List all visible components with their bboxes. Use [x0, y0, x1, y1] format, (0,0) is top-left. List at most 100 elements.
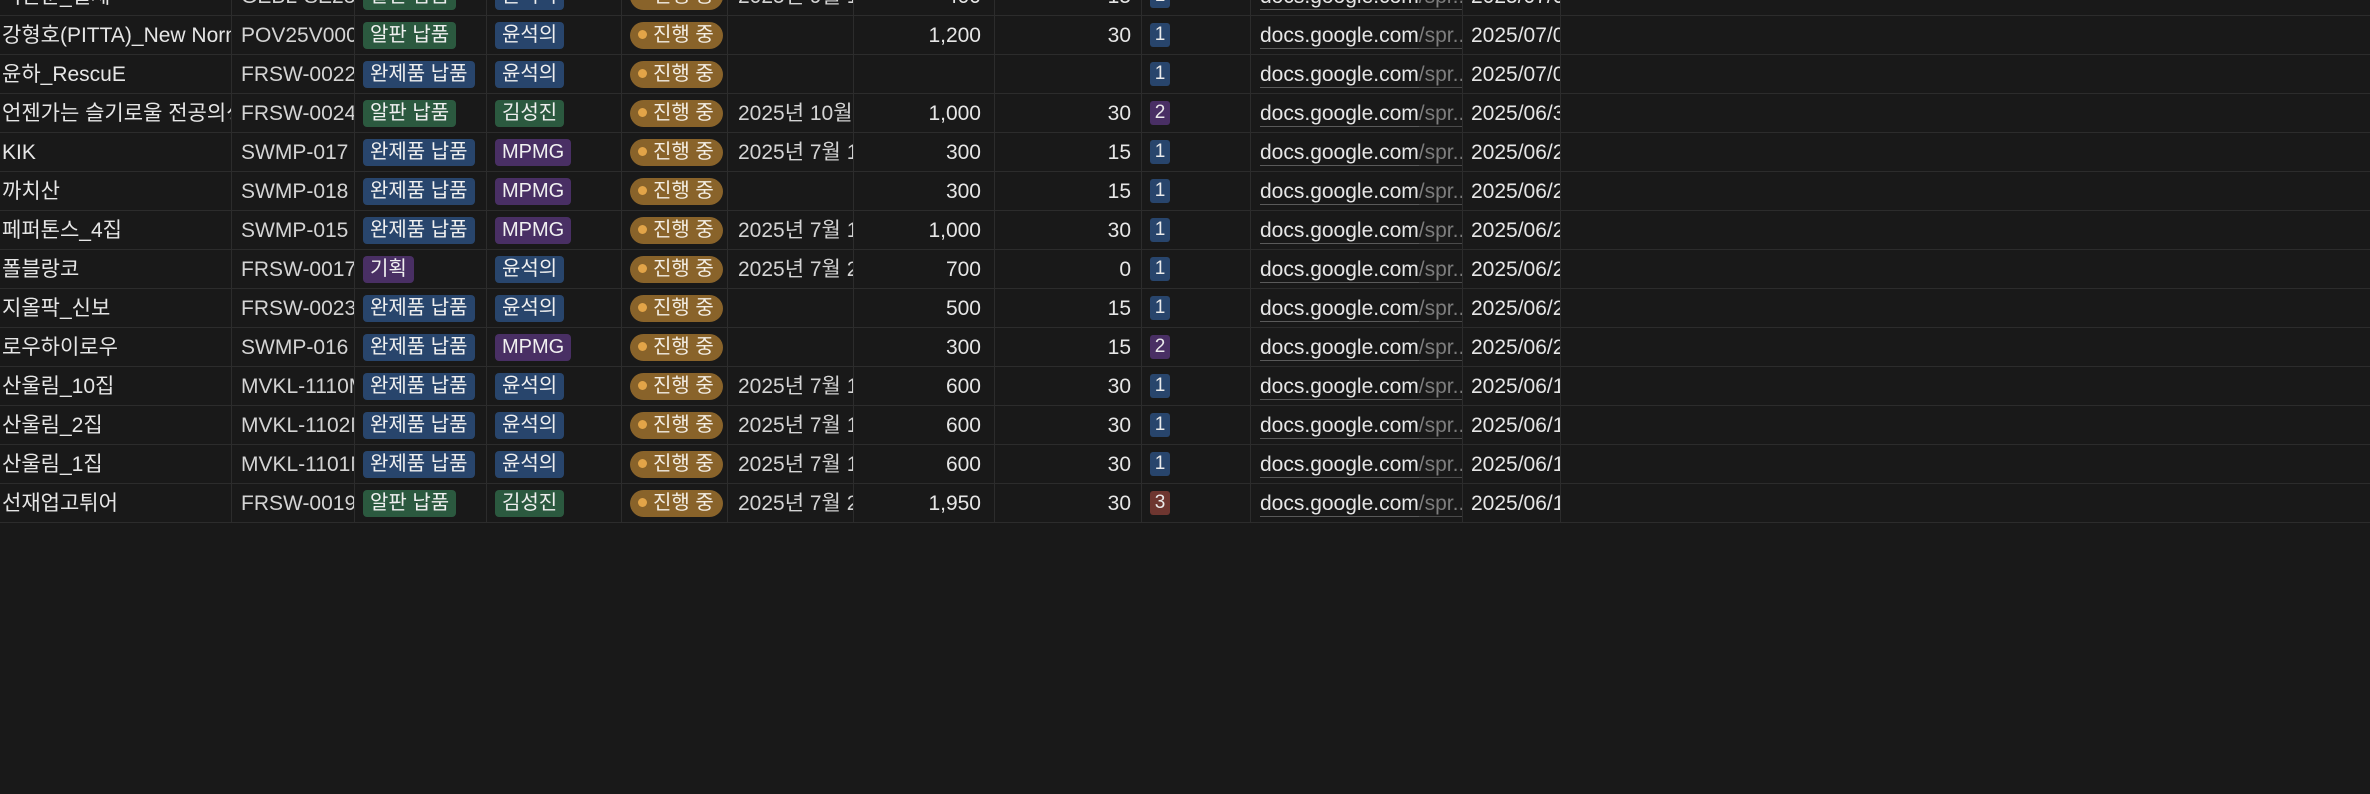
- cell-status[interactable]: 진행 중: [622, 0, 728, 15]
- link-path[interactable]: /spr...753222: [1418, 62, 1462, 88]
- cell-catalog-code[interactable]: GEBL-SE23: [232, 0, 355, 15]
- cell-catalog-code[interactable]: SWMP-016: [232, 328, 355, 366]
- cell-due-date[interactable]: 2025년 7월 17일: [728, 211, 854, 249]
- cell-owner[interactable]: 윤석의: [487, 445, 622, 483]
- cell-catalog-code[interactable]: MVKL-1102M: [232, 406, 355, 444]
- cell-sheet-link[interactable]: docs.google.com/spr...991500: [1251, 328, 1463, 366]
- cell-project-name[interactable]: 산울림_10집: [0, 367, 232, 405]
- cell-revision[interactable]: 1: [1142, 406, 1251, 444]
- link-path[interactable]: /spr...895283: [1418, 101, 1462, 127]
- sheet-link[interactable]: docs.google.com/spr...910307: [1260, 140, 1462, 166]
- cell-status[interactable]: 진행 중: [622, 367, 728, 405]
- cell-sheet-link[interactable]: docs.google.com/spr...895283: [1251, 94, 1463, 132]
- cell-delivery-type[interactable]: 완제품 납품: [355, 445, 487, 483]
- project-name[interactable]: 산울림_1집: [2, 454, 103, 475]
- cell-catalog-code[interactable]: FRSW-0022: [232, 55, 355, 93]
- cell-status[interactable]: 진행 중: [622, 55, 728, 93]
- cell-sheet-link[interactable]: docs.google.com/spr...829227: [1251, 16, 1463, 54]
- cell-owner[interactable]: 윤석의: [487, 406, 622, 444]
- cell-delivery-type[interactable]: 완제품 납품: [355, 289, 487, 327]
- table-row[interactable]: 피안문_결제 GEBL-SE23 알판 납품 윤석의 진행 중 2025년 9월 12일 4…: [0, 0, 2370, 16]
- cell-delivery-type[interactable]: 알판 납품: [355, 94, 487, 132]
- cell-catalog-code[interactable]: FRSW-0019: [232, 484, 355, 522]
- cell-due-date[interactable]: 2025년 7월 11일: [728, 406, 854, 444]
- cell-quantity[interactable]: 1,200: [854, 16, 995, 54]
- cell-status[interactable]: 진행 중: [622, 445, 728, 483]
- cell-sheet-link[interactable]: docs.google.com/spr...637405: [1251, 211, 1463, 249]
- cell-created-date[interactable]: 2025/06/27: [1463, 172, 1561, 210]
- cell-lead-days[interactable]: 30: [995, 94, 1142, 132]
- cell-sheet-link[interactable]: docs.google.com/spr...333378: [1251, 367, 1463, 405]
- cell-created-date[interactable]: 2025/07/04: [1463, 0, 1561, 15]
- cell-delivery-type[interactable]: 완제품 납품: [355, 211, 487, 249]
- link-path[interactable]: /spr...991500: [1418, 335, 1462, 361]
- cell-owner[interactable]: MPMG: [487, 328, 622, 366]
- cell-quantity[interactable]: 600: [854, 367, 995, 405]
- cell-revision[interactable]: 3: [1142, 484, 1251, 522]
- cell-revision[interactable]: 1: [1142, 367, 1251, 405]
- sheet-link[interactable]: docs.google.com/spr...333378: [1260, 374, 1462, 400]
- table-row[interactable]: 까치산 SWMP-018 완제품 납품 MPMG 진행 중 300 15 1 docs.goog…: [0, 172, 2370, 211]
- link-host[interactable]: docs.google.com: [1260, 62, 1419, 88]
- cell-owner[interactable]: MPMG: [487, 133, 622, 171]
- cell-status[interactable]: 진행 중: [622, 406, 728, 444]
- cell-project-name[interactable]: 언젠가는 슬기로울 전공의생활: [0, 94, 232, 132]
- table-row[interactable]: 산울림_10집 MVKL-1110M 완제품 납품 윤석의 진행 중 2025년 7월 1…: [0, 367, 2370, 406]
- project-name[interactable]: 산울림_2집: [2, 415, 103, 436]
- sheet-link[interactable]: docs.google.com/spr...829227: [1260, 23, 1462, 49]
- cell-revision[interactable]: 1: [1142, 211, 1251, 249]
- cell-delivery-type[interactable]: 완제품 납품: [355, 55, 487, 93]
- project-name[interactable]: 로우하이로우: [2, 337, 118, 358]
- table-row[interactable]: 지올팍_신보 FRSW-0023 완제품 납품 윤석의 진행 중 500 15 1 docs.g…: [0, 289, 2370, 328]
- link-path[interactable]: /spr...517672: [1418, 296, 1462, 322]
- cell-delivery-type[interactable]: 완제품 납품: [355, 406, 487, 444]
- cell-lead-days[interactable]: 15: [995, 328, 1142, 366]
- cell-lead-days[interactable]: 30: [995, 367, 1142, 405]
- project-name[interactable]: 지올팍_신보: [2, 298, 110, 319]
- table-row[interactable]: 페퍼톤스_4집 SWMP-015 완제품 납품 MPMG 진행 중 2025년 7월 17…: [0, 211, 2370, 250]
- link-path[interactable]: /spr...374927: [1418, 0, 1462, 10]
- link-path[interactable]: /spr...226573: [1418, 179, 1462, 205]
- cell-status[interactable]: 진행 중: [622, 94, 728, 132]
- cell-quantity[interactable]: 300: [854, 328, 995, 366]
- cell-revision[interactable]: 1: [1142, 0, 1251, 15]
- cell-project-name[interactable]: 까치산: [0, 172, 232, 210]
- cell-due-date[interactable]: [728, 328, 854, 366]
- cell-owner[interactable]: 윤석의: [487, 250, 622, 288]
- cell-created-date[interactable]: 2025/06/26: [1463, 211, 1561, 249]
- cell-catalog-code[interactable]: FRSW-0017: [232, 250, 355, 288]
- cell-revision[interactable]: 2: [1142, 328, 1251, 366]
- table-row[interactable]: 산울림_1집 MVKL-1101M 완제품 납품 윤석의 진행 중 2025년 7월 11…: [0, 445, 2370, 484]
- link-path[interactable]: /spr...604407: [1418, 491, 1462, 517]
- project-name[interactable]: 선재업고튀어: [2, 493, 118, 514]
- cell-due-date[interactable]: [728, 289, 854, 327]
- cell-delivery-type[interactable]: 완제품 납품: [355, 328, 487, 366]
- link-host[interactable]: docs.google.com: [1260, 296, 1419, 322]
- cell-lead-days[interactable]: 15: [995, 289, 1142, 327]
- cell-owner[interactable]: MPMG: [487, 211, 622, 249]
- cell-status[interactable]: 진행 중: [622, 172, 728, 210]
- cell-catalog-code[interactable]: MVKL-1101M: [232, 445, 355, 483]
- cell-revision[interactable]: 1: [1142, 133, 1251, 171]
- sheet-link[interactable]: docs.google.com/spr...118497: [1260, 257, 1462, 283]
- cell-delivery-type[interactable]: 기획: [355, 250, 487, 288]
- cell-quantity[interactable]: 1,950: [854, 484, 995, 522]
- link-host[interactable]: docs.google.com: [1260, 452, 1419, 478]
- cell-sheet-link[interactable]: docs.google.com/spr...604407: [1251, 484, 1463, 522]
- sheet-link[interactable]: docs.google.com/spr...991500: [1260, 335, 1462, 361]
- cell-due-date[interactable]: 2025년 10월 17일: [728, 94, 854, 132]
- project-name[interactable]: 윤하_RescuE: [2, 64, 126, 85]
- link-path[interactable]: /spr...333378: [1418, 374, 1462, 400]
- cell-revision[interactable]: 1: [1142, 55, 1251, 93]
- link-host[interactable]: docs.google.com: [1260, 179, 1419, 205]
- cell-owner[interactable]: 윤석의: [487, 55, 622, 93]
- cell-revision[interactable]: 1: [1142, 172, 1251, 210]
- cell-status[interactable]: 진행 중: [622, 328, 728, 366]
- cell-owner[interactable]: MPMG: [487, 172, 622, 210]
- cell-quantity[interactable]: 300: [854, 133, 995, 171]
- table-row[interactable]: 강형호(PITTA)_New Normal Life POV25V00008 알판 …: [0, 16, 2370, 55]
- cell-project-name[interactable]: KIK: [0, 133, 232, 171]
- link-host[interactable]: docs.google.com: [1260, 491, 1419, 517]
- cell-sheet-link[interactable]: docs.google.com/spr...753222: [1251, 55, 1463, 93]
- cell-created-date[interactable]: 2025/06/19: [1463, 406, 1561, 444]
